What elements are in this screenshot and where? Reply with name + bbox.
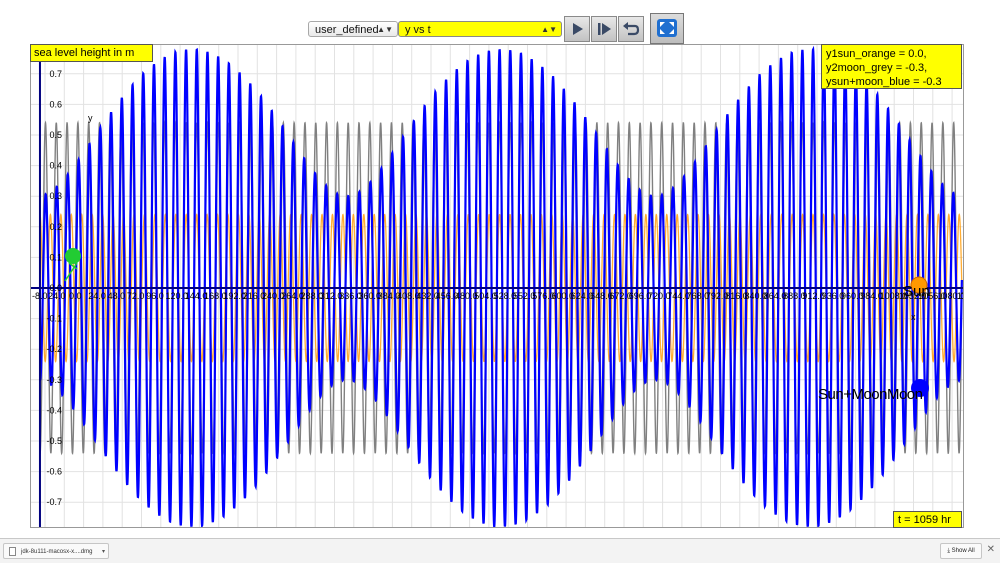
x-axis-name: x xyxy=(911,312,916,322)
chevron-updown-icon: ▲▼ xyxy=(377,25,393,34)
x-tick-label: 48.0 xyxy=(108,291,126,301)
step-icon xyxy=(598,23,611,35)
download-icon: ⤓ xyxy=(947,548,950,554)
y-tick-label: -0.7 xyxy=(46,497,62,507)
readout-box: y1sun_orange = 0.0, y2moon_grey = -0.3, … xyxy=(821,44,962,89)
reset-button[interactable] xyxy=(618,16,644,42)
mode-select-value: user_defined xyxy=(315,24,379,36)
x-tick-label: 0.0 xyxy=(69,291,82,301)
readout-sum: ysun+moon_blue = -0.3 xyxy=(826,76,942,88)
y-tick-label: 0.4 xyxy=(49,161,62,171)
download-item[interactable]: jdk-8u111-macosx-x....dmg ▾ xyxy=(3,543,109,559)
play-icon xyxy=(573,23,583,35)
step-button[interactable] xyxy=(591,16,617,42)
fullscreen-button[interactable] xyxy=(650,13,684,44)
plot-area[interactable]: 0.7 0.6 0.5 0.4 0.3 0.2 0.1 0.0 -0.1 -0.2 -0.3 -0.4… xyxy=(30,44,964,528)
y-tick-label: -0.2 xyxy=(46,344,62,354)
readout-moon: y2moon_grey = -0.3, xyxy=(826,62,928,74)
fullscreen-icon xyxy=(657,19,677,37)
y-tick-label: 0.1 xyxy=(49,252,62,262)
plot-select-value: y vs t xyxy=(405,24,431,36)
y-axis-name: y xyxy=(88,113,93,123)
y-tick-label: -0.3 xyxy=(46,375,62,385)
toolbar: user_defined ▲▼ y vs t ▲▼ xyxy=(0,13,1000,44)
time-readout: t = 1059 hr xyxy=(898,514,951,526)
sum-label: Sun+MoonMoon xyxy=(818,386,923,403)
y-tick-labels: 0.70.60.50.40.30.20.10.0-0.1-0.2-0.3-0.4… xyxy=(46,69,62,507)
show-all-button[interactable]: ⤓ Show All xyxy=(940,543,982,559)
x-tick-label: 72.0 xyxy=(127,291,145,301)
y-label-text: sea level height in m xyxy=(34,47,135,59)
x-tick-label: -8.0 xyxy=(32,291,48,301)
show-all-label: Show All xyxy=(951,548,975,554)
x-tick-label: 24.0 xyxy=(88,291,106,301)
y-tick-label: 0.5 xyxy=(49,130,62,140)
time-box: t = 1059 hr xyxy=(893,511,962,528)
y-label-box: sea level height in m xyxy=(30,44,153,62)
y-tick-label: -0.1 xyxy=(46,314,62,324)
download-bar: jdk-8u111-macosx-x....dmg ▾ ⤓ Show All ✕ xyxy=(0,538,1000,563)
y-tick-label: 0.3 xyxy=(49,191,62,201)
reset-icon xyxy=(623,22,640,36)
chevron-updown-icon: ▲▼ xyxy=(541,25,557,34)
y-tick-label: 0.6 xyxy=(49,99,62,109)
download-file-name: jdk-8u111-macosx-x....dmg xyxy=(21,549,93,555)
x-tick-label: 96.0 xyxy=(146,291,164,301)
y-tick-label: 0.7 xyxy=(49,69,62,79)
file-icon xyxy=(9,547,16,556)
x-tick-labels: -8.0 24.0 0.0 24.0 48.0 72.0 96.0 120.0144.0168… xyxy=(32,291,964,301)
y-tick-label: -0.6 xyxy=(46,467,62,477)
y-vs-t-plot[interactable]: 0.7 0.6 0.5 0.4 0.3 0.2 0.1 0.0 -0.1 -0.2 -0.3 -0.4… xyxy=(31,45,964,528)
x-tick-label: 1104.0 xyxy=(957,291,964,301)
chevron-down-icon[interactable]: ▾ xyxy=(102,544,105,560)
y-tick-label: -0.4 xyxy=(46,405,62,415)
plot-select[interactable]: y vs t ▲▼ xyxy=(398,21,562,37)
mode-select[interactable]: user_defined ▲▼ xyxy=(308,21,398,37)
close-icon[interactable]: ✕ xyxy=(987,544,995,555)
readout-sun: y1sun_orange = 0.0, xyxy=(826,48,927,60)
x-tick-label: 24.0 xyxy=(48,291,66,301)
y-tick-label: -0.5 xyxy=(46,436,62,446)
play-button[interactable] xyxy=(564,16,590,42)
sun-label: Sun xyxy=(903,283,930,300)
y-tick-label: 0.2 xyxy=(49,222,62,232)
